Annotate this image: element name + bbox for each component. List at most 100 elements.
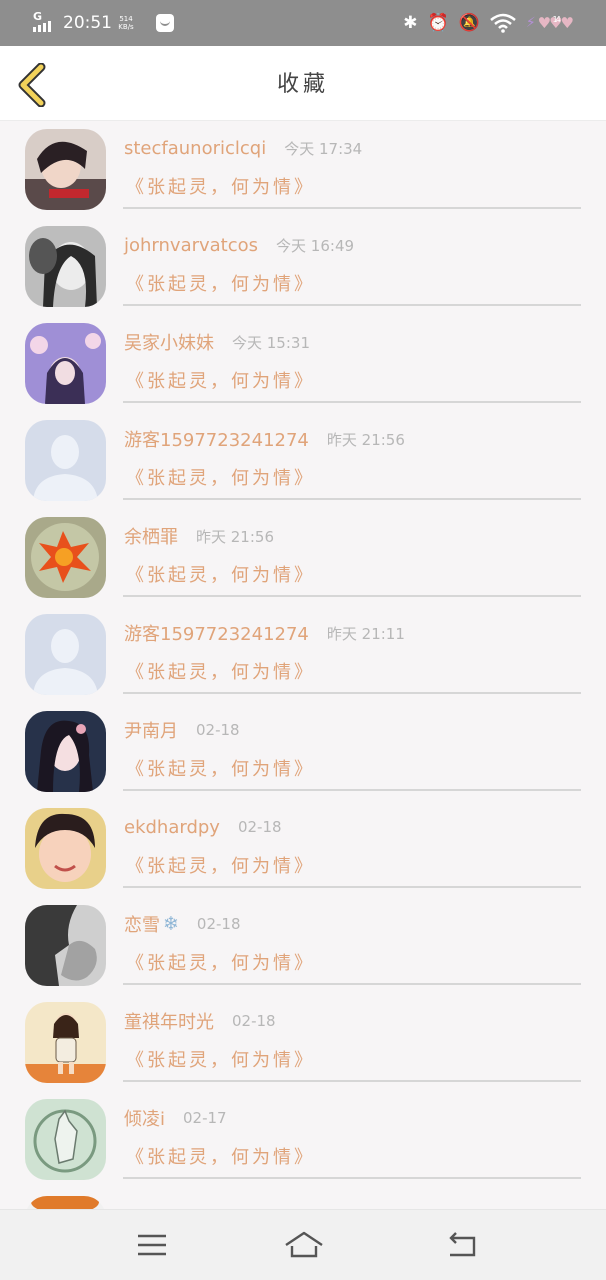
battery-hearts-icon: ♥♥♥ 14 bbox=[537, 14, 574, 32]
collected-title[interactable]: 《张起灵，何为情》 bbox=[126, 1143, 315, 1169]
list-item[interactable]: johrnvarvatcos 今天 16:49 《张起灵，何为情》 bbox=[0, 218, 606, 315]
user-name[interactable]: 倾凌i bbox=[124, 1105, 165, 1131]
collected-title[interactable]: 《张起灵，何为情》 bbox=[126, 949, 315, 975]
message-icon bbox=[156, 14, 174, 32]
item-header: 尹南月 02-18 bbox=[124, 717, 240, 743]
divider bbox=[123, 498, 581, 500]
clock: 20:51 bbox=[63, 13, 112, 33]
user-name[interactable]: 余栖罪 bbox=[124, 523, 178, 549]
item-header: 游客15977232412​74 昨天 21:56 bbox=[124, 426, 405, 452]
list-item-partial[interactable] bbox=[0, 1188, 606, 1211]
timestamp: 昨天 21:11 bbox=[326, 624, 405, 643]
avatar[interactable] bbox=[25, 905, 106, 986]
default-avatar-icon bbox=[25, 614, 106, 695]
item-header: ekdhardpy 02-18 bbox=[124, 814, 282, 840]
avatar[interactable] bbox=[25, 808, 106, 889]
list-item[interactable]: 余栖罪 昨天 21:56 《张起灵，何为情》 bbox=[0, 509, 606, 606]
item-header: johrnvarvatcos 今天 16:49 bbox=[124, 232, 354, 258]
user-name[interactable]: 恋雪 bbox=[124, 911, 160, 937]
status-right: ✱ ⏰ 🔕 ⚡ ♥♥♥ 14 bbox=[403, 10, 574, 36]
item-header: 吴家小妹妹 今天 15:31 bbox=[124, 329, 310, 355]
item-header: 童祺年时光 02-18 bbox=[124, 1008, 276, 1034]
collected-title[interactable]: 《张起灵，何为情》 bbox=[126, 1046, 315, 1072]
system-nav-bar bbox=[0, 1209, 606, 1280]
divider bbox=[123, 789, 581, 791]
avatar[interactable] bbox=[25, 614, 106, 695]
collected-title[interactable]: 《张起灵，何为情》 bbox=[126, 852, 315, 878]
collected-title[interactable]: 《张起灵，何为情》 bbox=[126, 464, 315, 490]
avatar[interactable] bbox=[25, 323, 106, 404]
avatar[interactable] bbox=[25, 226, 106, 307]
timestamp: 今天 16:49 bbox=[276, 236, 355, 255]
avatar[interactable] bbox=[25, 129, 106, 210]
divider bbox=[123, 886, 581, 888]
default-avatar-icon bbox=[25, 420, 106, 501]
status-left: G 20:51 514 KB/s bbox=[33, 10, 174, 36]
status-bar: G 20:51 514 KB/s ✱ ⏰ 🔕 ⚡ ♥♥♥ 14 bbox=[0, 0, 606, 46]
user-name[interactable]: ekdhardpy bbox=[124, 817, 220, 838]
user-name[interactable]: johrnvarvatcos bbox=[124, 235, 258, 256]
avatar[interactable] bbox=[25, 1002, 106, 1083]
timestamp: 02-17 bbox=[183, 1109, 227, 1127]
signal-icon: G bbox=[33, 10, 55, 34]
user-name[interactable]: 吴家小妹妹 bbox=[124, 329, 214, 355]
network-speed: 514 KB/s bbox=[118, 15, 134, 31]
list-item[interactable]: 童祺年时光 02-18 《张起灵，何为情》 bbox=[0, 994, 606, 1091]
list-item[interactable]: 尹南月 02-18 《张起灵，何为情》 bbox=[0, 703, 606, 800]
collected-title[interactable]: 《张起灵，何为情》 bbox=[126, 658, 315, 684]
menu-icon bbox=[138, 1234, 166, 1256]
divider bbox=[123, 401, 581, 403]
favorites-list: stecfaunoriclcqi 今天 17:34 《张起灵，何为情》 johr… bbox=[0, 121, 606, 1211]
item-header: stecfaunoriclcqi 今天 17:34 bbox=[124, 135, 362, 161]
user-name[interactable]: 游客15977232412​74 bbox=[124, 426, 309, 452]
top-bar: 收藏 bbox=[0, 46, 606, 121]
collected-title[interactable]: 《张起灵，何为情》 bbox=[126, 270, 315, 296]
divider bbox=[123, 1177, 581, 1179]
charging-icon: ⚡ bbox=[525, 15, 536, 31]
list-item[interactable]: ekdhardpy 02-18 《张起灵，何为情》 bbox=[0, 800, 606, 897]
avatar[interactable] bbox=[25, 711, 106, 792]
avatar[interactable] bbox=[25, 517, 106, 598]
divider bbox=[123, 304, 581, 306]
timestamp: 今天 15:31 bbox=[232, 333, 310, 352]
back-nav-button[interactable] bbox=[444, 1228, 484, 1262]
timestamp: 昨天 21:56 bbox=[196, 527, 274, 546]
divider bbox=[123, 595, 581, 597]
list-item[interactable]: 游客15977232412​74 昨天 21:11 《张起灵，何为情》 bbox=[0, 606, 606, 703]
list-item[interactable]: 吴家小妹妹 今天 15:31 《张起灵，何为情》 bbox=[0, 315, 606, 412]
home-button[interactable] bbox=[283, 1228, 323, 1262]
list-item[interactable]: 恋雪 ❄ 02-18 《张起灵，何为情》 bbox=[0, 897, 606, 994]
item-header: 恋雪 ❄ 02-18 bbox=[124, 911, 241, 937]
list-item[interactable]: stecfaunoriclcqi 今天 17:34 《张起灵，何为情》 bbox=[0, 121, 606, 218]
timestamp: 02-18 bbox=[196, 721, 240, 739]
list-item[interactable]: 游客15977232412​74 昨天 21:56 《张起灵，何为情》 bbox=[0, 412, 606, 509]
alarm-icon: ⏰ bbox=[427, 13, 449, 33]
wifi-icon bbox=[490, 13, 516, 33]
battery-indicator: ⚡ ♥♥♥ 14 bbox=[525, 14, 574, 32]
collected-title[interactable]: 《张起灵，何为情》 bbox=[126, 755, 315, 781]
user-name[interactable]: 尹南月 bbox=[124, 717, 178, 743]
user-name[interactable]: 游客15977232412​74 bbox=[124, 620, 309, 646]
avatar[interactable] bbox=[25, 420, 106, 501]
list-item[interactable]: 倾凌i 02-17 《张起灵，何为情》 bbox=[0, 1091, 606, 1188]
timestamp: 02-18 bbox=[237, 818, 282, 836]
snowflake-icon: ❄ bbox=[163, 913, 179, 935]
divider bbox=[123, 207, 581, 209]
divider bbox=[123, 692, 581, 694]
menu-button[interactable] bbox=[134, 1228, 174, 1262]
item-header: 游客15977232412​74 昨天 21:11 bbox=[124, 620, 405, 646]
divider bbox=[123, 983, 581, 985]
collected-title[interactable]: 《张起灵，何为情》 bbox=[126, 173, 315, 199]
divider bbox=[123, 1080, 581, 1082]
timestamp: 今天 17:34 bbox=[284, 139, 363, 158]
collected-title[interactable]: 《张起灵，何为情》 bbox=[126, 367, 315, 393]
timestamp: 02-18 bbox=[196, 915, 241, 933]
user-name[interactable]: stecfaunoriclcqi bbox=[124, 138, 266, 159]
home-icon bbox=[285, 1231, 323, 1258]
back-icon bbox=[449, 1232, 476, 1257]
avatar[interactable] bbox=[25, 1099, 106, 1180]
collected-title[interactable]: 《张起灵，何为情》 bbox=[126, 561, 315, 587]
timestamp: 昨天 21:56 bbox=[326, 430, 405, 449]
user-name[interactable]: 童祺年时光 bbox=[124, 1008, 214, 1034]
item-header: 余栖罪 昨天 21:56 bbox=[124, 523, 274, 549]
